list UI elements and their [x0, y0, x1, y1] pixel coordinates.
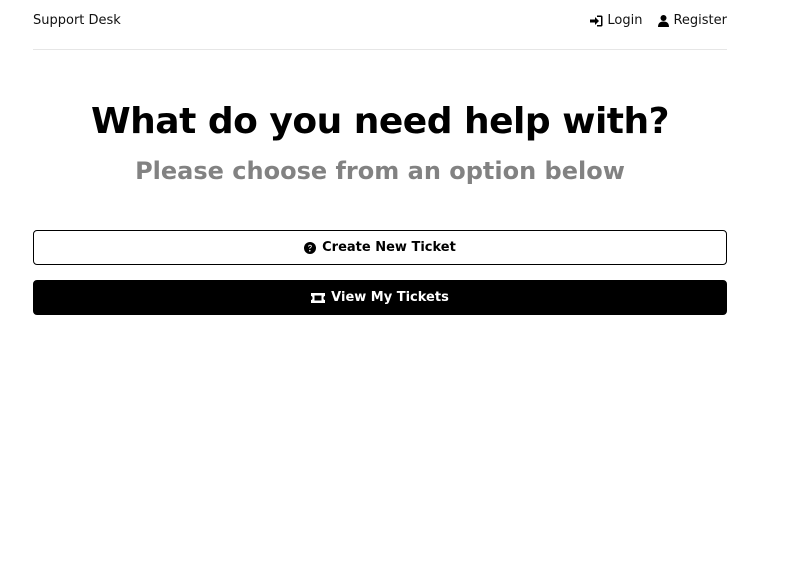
page-title: What do you need help with? — [90, 101, 670, 142]
register-link[interactable]: Register — [658, 13, 727, 28]
brand-logo-link[interactable]: Support Desk — [33, 13, 121, 36]
header: Support Desk Login Register — [33, 0, 727, 50]
create-new-ticket-label: Create New Ticket — [322, 240, 456, 255]
view-my-tickets-button[interactable]: View My Tickets — [33, 280, 727, 315]
create-new-ticket-button[interactable]: Create New Ticket — [33, 230, 727, 265]
ticket-icon — [311, 292, 326, 303]
top-nav: Login Register — [590, 13, 727, 36]
view-my-tickets-label: View My Tickets — [331, 290, 449, 305]
user-icon — [658, 14, 670, 27]
register-label: Register — [673, 13, 727, 28]
page-container: Support Desk Login Register What do you … — [33, 0, 727, 315]
login-link[interactable]: Login — [590, 13, 642, 28]
page-subtitle: Please choose from an option below — [135, 157, 625, 185]
sign-in-icon — [590, 15, 603, 27]
heading-section: What do you need help with? Please choos… — [33, 100, 727, 186]
login-label: Login — [607, 13, 643, 28]
question-circle-icon — [304, 241, 317, 254]
